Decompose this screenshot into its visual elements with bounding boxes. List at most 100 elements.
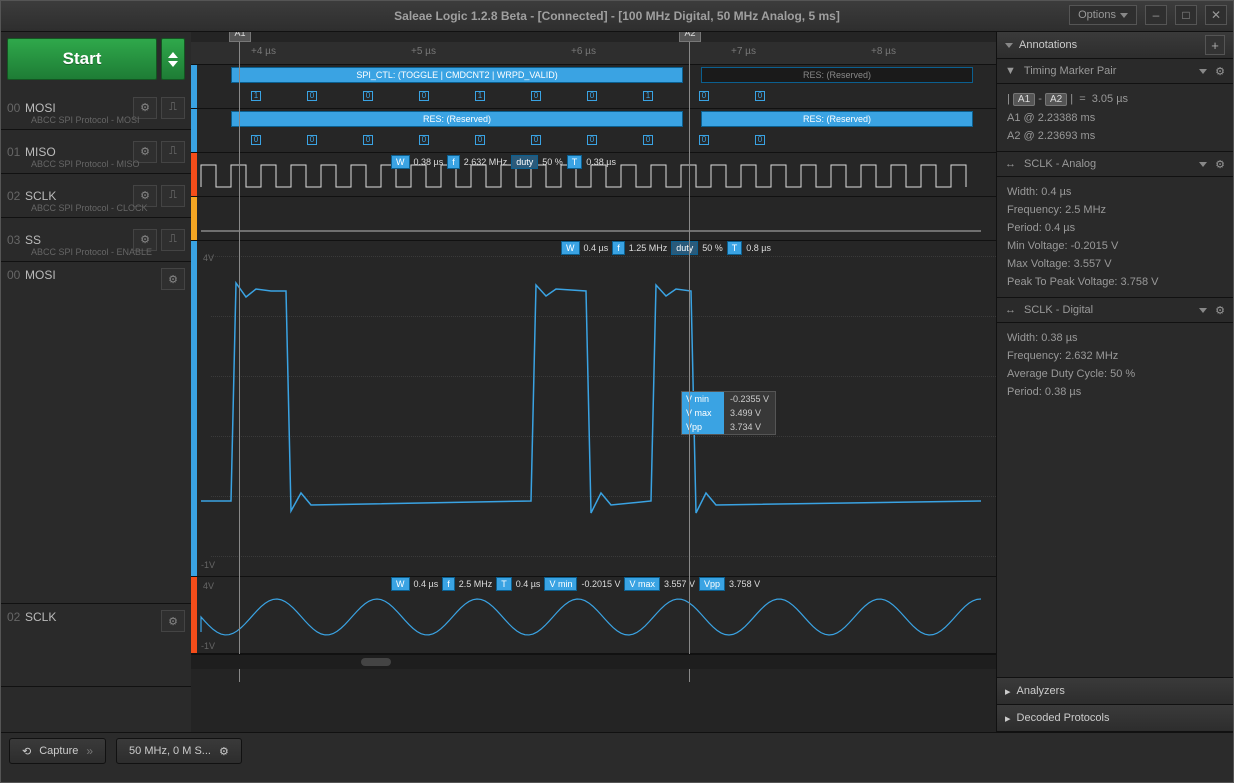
bit: 1 [251,91,261,101]
badge-vmin: V min [544,577,577,591]
bit: 0 [699,135,709,145]
close-button[interactable]: ✕ [1205,5,1227,25]
chevron-right-icon: ▸ [1005,712,1011,725]
capture-tab[interactable]: ⟲ Capture » [9,738,106,764]
trigger-icon[interactable]: ⎍ [161,229,185,251]
decode-segment: RES: (Reserved) [701,111,973,127]
bit: 0 [531,135,541,145]
badge-vmax: V max [624,577,660,591]
start-button[interactable]: Start [7,38,157,80]
decode-segment: SPI_CTL: (TOGGLE | CMDCNT2 | WRPD_VALID) [231,67,683,83]
trigger-icon[interactable]: ⎍ [161,97,185,119]
chevron-right-icon: ▸ [1005,685,1011,698]
badge-f: f [612,241,625,255]
decoded-protocols-header[interactable]: ▸ Decoded Protocols [997,705,1233,732]
minimize-button[interactable]: ‒ [1145,5,1167,25]
sclk-analog-section[interactable]: ↔ SCLK - Analog ⚙ [997,152,1233,177]
bit: 0 [307,91,317,101]
channel-row-sclk-analog[interactable]: 02 SCLK ⚙ [1,604,191,687]
gear-icon: ⚙ [219,745,229,758]
gear-icon[interactable]: ⚙ [1215,158,1225,171]
channel-row-mosi[interactable]: 00 MOSI ⚙ ⎍ ABCC SPI Protocol - MOSI [1,86,191,130]
badge-f: f [447,155,460,169]
chevron-down-icon [168,61,178,67]
bit: 0 [755,135,765,145]
timing-marker-section[interactable]: ▼ Timing Marker Pair ⚙ [997,59,1233,84]
badge-w: W [561,241,580,255]
footer: ⟲ Capture » 50 MHz, 0 M S... ⚙ [1,732,1233,769]
channel-row-sclk[interactable]: 02 SCLK ⚙ ⎍ ABCC SPI Protocol - CLOCK [1,174,191,218]
badge-vpp: Vpp [699,577,725,591]
badge-w: W [391,155,410,169]
waveform-area[interactable]: +4 µs +5 µs +6 µs +7 µs +8 µs SPI_CTL: (… [191,32,996,732]
start-updown[interactable] [161,38,185,80]
chevron-right-icon: » [86,744,93,758]
badge-f: f [442,577,455,591]
bit: 0 [251,135,261,145]
bit: 0 [587,91,597,101]
marker-a1[interactable]: A1 [239,42,240,682]
sclk-digital-section[interactable]: ↔ SCLK - Digital ⚙ [997,298,1233,323]
right-panel: Annotations + ▼ Timing Marker Pair ⚙ | A… [996,32,1233,732]
time-ruler[interactable]: +4 µs +5 µs +6 µs +7 µs +8 µs [191,42,996,65]
arrows-icon: ↔ [1005,158,1016,170]
badge-duty: duty [671,241,698,255]
funnel-icon: ▼ [1005,65,1016,77]
bit: 0 [419,91,429,101]
badge-duty: duty [511,155,538,169]
badge-t: T [727,241,743,255]
strip-mosi-analog[interactable]: 4V -1V W0.4 µs f1.25 MHz duty50 % T0.8 µ… [191,241,996,577]
voltage-box: V min-0.2355 V V max3.499 V Vpp3.734 V [681,391,776,435]
bit: 0 [363,135,373,145]
chevron-down-icon [1199,308,1207,313]
bit: 0 [699,91,709,101]
marker-a2[interactable]: A2 [689,42,690,682]
bit: 0 [643,135,653,145]
bit: 0 [363,91,373,101]
chevron-down-icon [1199,162,1207,167]
channel-row-mosi-analog[interactable]: 00 MOSI ⚙ [1,262,191,604]
capture-icon: ⟲ [22,745,31,758]
bit: 0 [531,91,541,101]
horizontal-scrollbar[interactable] [191,654,996,669]
badge-t: T [496,577,512,591]
gear-icon[interactable]: ⚙ [1215,304,1225,317]
maximize-button[interactable]: □ [1175,5,1197,25]
bit: 0 [755,91,765,101]
settings-tab[interactable]: 50 MHz, 0 M S... ⚙ [116,738,242,764]
bit: 0 [475,135,485,145]
arrows-icon: ↔ [1005,304,1016,316]
channel-sidebar: Start 00 MOSI ⚙ ⎍ ABCC SPI Protocol - MO… [1,32,191,732]
bit: 0 [307,135,317,145]
trigger-icon[interactable]: ⎍ [161,185,185,207]
bit: 0 [587,135,597,145]
analyzers-header[interactable]: ▸ Analyzers [997,678,1233,705]
annotations-header[interactable]: Annotations + [997,32,1233,59]
chevron-up-icon [168,52,178,58]
badge-w: W [391,577,410,591]
chevron-down-icon [1120,13,1128,18]
gear-icon[interactable]: ⚙ [161,268,185,290]
chevron-down-icon [1199,69,1207,74]
bit: 1 [643,91,653,101]
decode-segment: RES: (Reserved) [231,111,683,127]
bit: 1 [475,91,485,101]
gear-icon[interactable]: ⚙ [161,610,185,632]
strip-ss-digital[interactable] [191,197,996,241]
channel-row-miso[interactable]: 01 MISO ⚙ ⎍ ABCC SPI Protocol - MISO [1,130,191,174]
chevron-down-icon [1005,43,1013,48]
strip-sclk-digital[interactable]: W0.38 µs f2.632 MHz duty50 % T0.38 µs [191,153,996,197]
decode-segment: RES: (Reserved) [701,67,973,83]
channel-row-ss[interactable]: 03 SS ⚙ ⎍ ABCC SPI Protocol - ENABLE [1,218,191,262]
trigger-icon[interactable]: ⎍ [161,141,185,163]
gear-icon[interactable]: ⚙ [1215,65,1225,78]
options-button[interactable]: Options [1069,5,1137,25]
strip-miso-digital[interactable]: RES: (Reserved) RES: (Reserved) 0 0 0 0 0 0 0 0… [191,109,996,153]
window-title: Saleae Logic 1.2.8 Beta - [Connected] - … [394,9,840,23]
bit: 0 [419,135,429,145]
titlebar: Saleae Logic 1.2.8 Beta - [Connected] - … [1,1,1233,32]
strip-mosi-digital[interactable]: SPI_CTL: (TOGGLE | CMDCNT2 | WRPD_VALID)… [191,65,996,109]
strip-sclk-analog[interactable]: 4V -1V W0.4 µs f2.5 MHz T0.4 µs V min-0.… [191,577,996,654]
add-annotation-button[interactable]: + [1205,35,1225,55]
badge-t: T [567,155,583,169]
